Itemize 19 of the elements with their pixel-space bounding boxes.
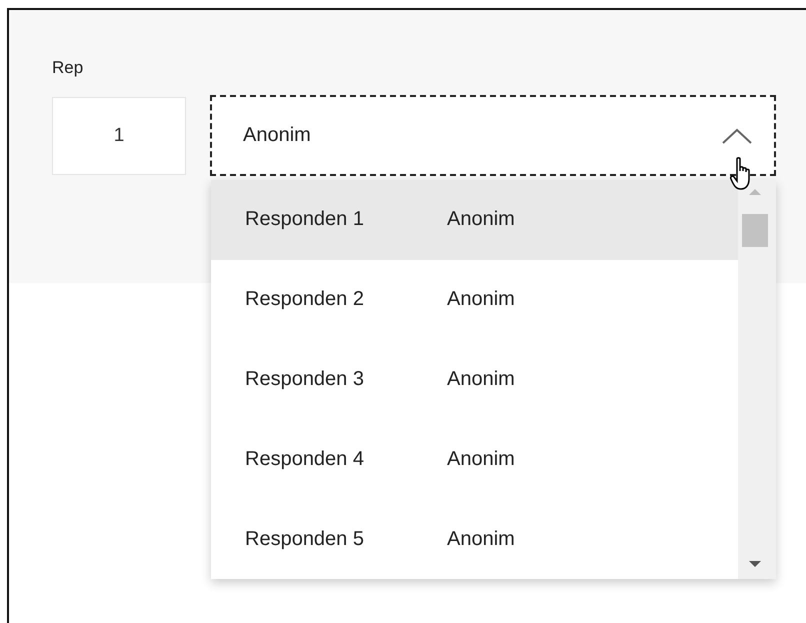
dropdown-option[interactable]: Responden 1 Anonim — [211, 180, 738, 260]
option-label: Responden 1 — [245, 208, 365, 232]
option-label: Responden 3 — [245, 368, 365, 391]
option-value: Anonim — [447, 208, 515, 232]
field-label: Rep — [52, 58, 84, 78]
option-value: Anonim — [447, 528, 515, 551]
option-value: Anonim — [447, 448, 515, 471]
chevron-up-icon — [722, 128, 752, 144]
scrollbar[interactable] — [738, 180, 776, 579]
scroll-down-icon[interactable] — [749, 561, 761, 567]
option-value: Anonim — [447, 288, 515, 312]
number-field[interactable]: 1 — [52, 96, 186, 174]
dropdown-option[interactable]: Responden 5 Anonim — [211, 499, 738, 579]
scrollbar-thumb[interactable] — [742, 214, 768, 247]
option-value: Anonim — [447, 368, 515, 391]
option-label: Responden 4 — [245, 448, 365, 471]
option-label: Responden 5 — [245, 528, 365, 551]
option-label: Responden 2 — [245, 288, 365, 312]
scroll-up-icon[interactable] — [749, 189, 761, 195]
